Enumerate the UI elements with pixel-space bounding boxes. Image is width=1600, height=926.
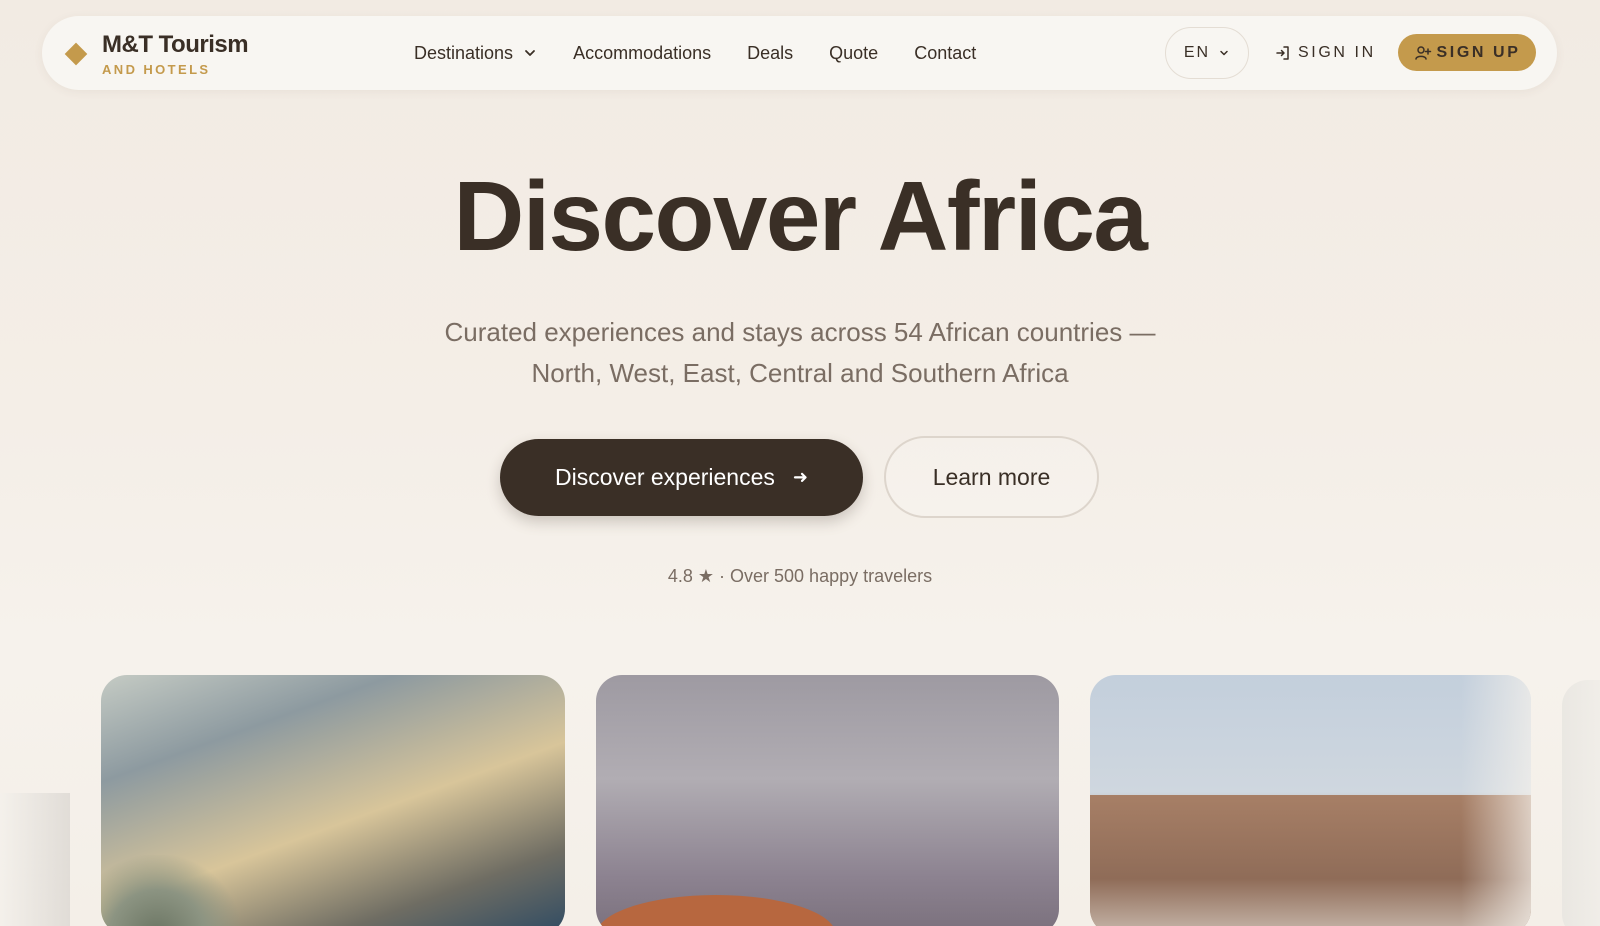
brand-tagline: AND HOTELS <box>102 62 211 77</box>
gallery-card-table-mountain[interactable] <box>1090 675 1531 926</box>
gallery-card-savanna[interactable] <box>101 675 565 926</box>
nav-quote[interactable]: Quote <box>829 43 878 64</box>
nav-deals[interactable]: Deals <box>747 43 793 64</box>
chevron-down-icon <box>1220 50 1228 56</box>
nav-destinations-label: Destinations <box>414 42 514 63</box>
hero-subtitle: Curated experiences and stays across 54 … <box>400 312 1200 394</box>
hero-subtitle-line-1: Curated experiences and stays across 54 … <box>444 317 1156 347</box>
sign-in-button[interactable]: SIGN IN <box>1274 16 1376 90</box>
main-nav: Destinations Accommodations Deals Quote … <box>414 16 1012 90</box>
sign-up-button[interactable]: SIGN UP <box>1398 34 1536 71</box>
card-fade-overlay <box>1461 675 1531 926</box>
chevron-down-icon <box>525 50 535 56</box>
tree-illustration <box>101 855 241 926</box>
rating-summary: 4.8 ★ · Over 500 happy travelers <box>667 566 933 586</box>
language-selector[interactable]: EN <box>1165 27 1249 79</box>
nav-contact[interactable]: Contact <box>914 43 976 64</box>
brand-name: M&T Tourism <box>102 31 249 58</box>
discover-experiences-label: Discover experiences <box>555 464 775 490</box>
sign-in-icon <box>1276 46 1289 60</box>
language-label: EN <box>1183 44 1211 61</box>
sign-in-label: SIGN IN <box>1298 44 1376 61</box>
learn-more-button[interactable]: Learn more <box>884 436 1099 518</box>
nav-destinations[interactable]: Destinations <box>414 43 537 64</box>
user-plus-icon <box>1414 45 1431 60</box>
discover-experiences-button[interactable]: Discover experiences ➜ <box>500 439 863 516</box>
gallery-card-partial-right[interactable] <box>1562 680 1600 926</box>
top-nav: M&T Tourism AND HOTELS Destinations Acco… <box>42 16 1557 90</box>
hero-title: Discover Africa <box>453 161 1148 271</box>
gallery-card-partial-left[interactable] <box>0 793 70 926</box>
brand-logo[interactable]: M&T Tourism AND HOTELS <box>64 31 249 77</box>
arrow-right-icon: ➜ <box>792 467 808 487</box>
nav-accommodations[interactable]: Accommodations <box>573 43 711 64</box>
hero-subtitle-line-2: North, West, East, Central and Southern … <box>531 358 1069 388</box>
sign-up-label: SIGN UP <box>1436 43 1521 61</box>
dune-illustration <box>596 895 836 926</box>
gallery-card-desert[interactable] <box>596 675 1059 926</box>
diamond-icon <box>64 42 88 66</box>
